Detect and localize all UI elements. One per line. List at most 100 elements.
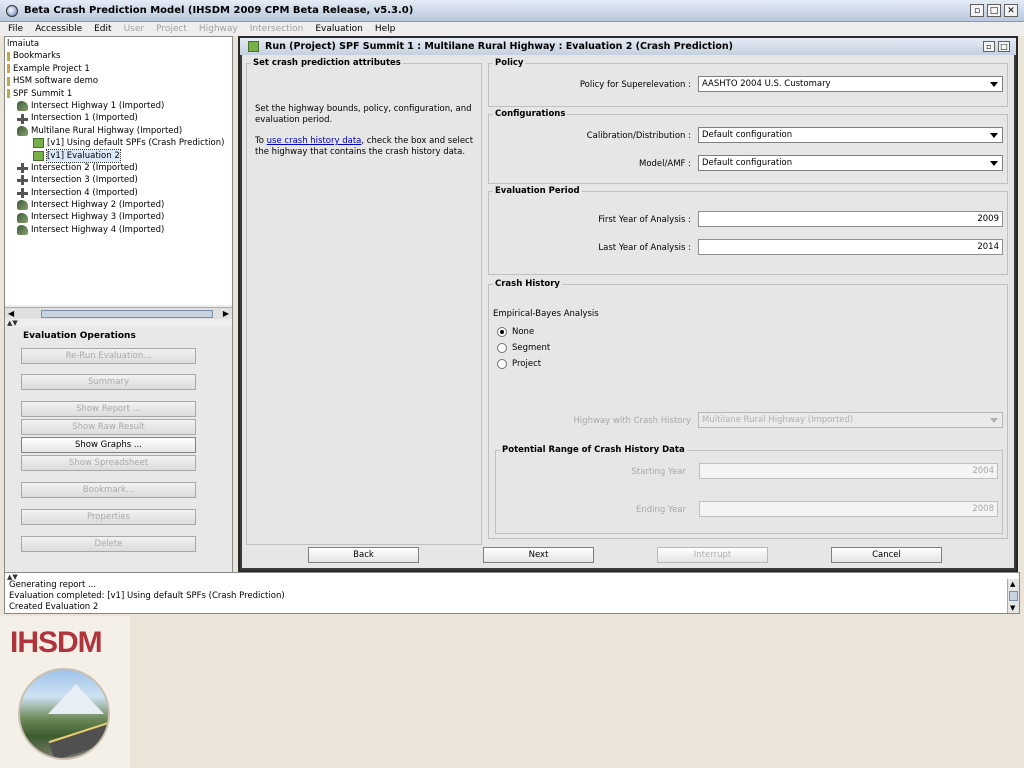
intersection-icon [17, 163, 28, 174]
first-year-input[interactable]: 2009 [698, 211, 1003, 227]
next-button[interactable]: Next [483, 547, 594, 563]
cancel-button[interactable]: Cancel [831, 547, 942, 563]
tree-item-label: Intersect Highway 4 (Imported) [31, 224, 165, 235]
tree-item[interactable]: [v1] Evaluation 2 [5, 148, 232, 163]
radio-empty-icon [497, 343, 507, 353]
chevron-down-icon [990, 82, 998, 87]
calibration-select[interactable]: Default configuration [698, 127, 1003, 143]
project-tree[interactable]: lmaiuta Bookmarks Example Project 1 HSM sof… [5, 37, 232, 305]
ending-year-label: Ending Year [636, 505, 686, 515]
maximize-icon[interactable]: □ [987, 4, 1001, 17]
menu-accessible[interactable]: Accessible [35, 24, 82, 34]
scroll-left-icon[interactable]: ◀ [8, 309, 14, 318]
show-raw-result-button[interactable]: Show Raw Result [21, 419, 196, 435]
restore-icon[interactable]: ▫ [983, 41, 995, 52]
crash-history-range-group: Potential Range of Crash History Data St… [495, 445, 1003, 534]
pane-splitter[interactable]: ▲▼ [5, 319, 232, 327]
tree-item[interactable]: lmaiuta [5, 38, 232, 50]
scroll-down-icon[interactable]: ▼ [1010, 604, 1015, 612]
scroll-right-icon[interactable]: ▶ [223, 309, 229, 318]
app-icon [6, 4, 18, 17]
menu-edit[interactable]: Edit [94, 24, 111, 34]
radio-none[interactable]: None [497, 327, 534, 337]
menu-intersection[interactable]: Intersection [250, 24, 304, 34]
window-title: Beta Crash Prediction Model (IHSDM 2009 … [24, 5, 414, 16]
tree-item[interactable]: Intersection 3 (Imported) [5, 174, 232, 186]
tree-item[interactable]: Intersection 4 (Imported) [5, 187, 232, 199]
summary-button[interactable]: Summary [21, 374, 196, 390]
menu-project[interactable]: Project [156, 24, 187, 34]
radio-project[interactable]: Project [497, 359, 541, 369]
frame-title: Run (Project) SPF Summit 1 : Multilane R… [265, 41, 733, 52]
rerun-evaluation-button[interactable]: Re-Run Evaluation... [21, 348, 196, 364]
last-year-label: Last Year of Analysis : [598, 243, 691, 253]
tree-item-label: lmaiuta [7, 39, 40, 49]
menu-highway[interactable]: Highway [199, 24, 238, 34]
policy-group: Policy Policy for Superelevation : AASHT… [488, 58, 1008, 107]
configurations-heading: Configurations [493, 109, 568, 119]
status-line: Created Evaluation 2 [9, 602, 99, 612]
superelevation-label: Policy for Superelevation : [579, 80, 691, 90]
scroll-thumb[interactable] [41, 310, 213, 318]
delete-button[interactable]: Delete [21, 536, 196, 552]
menu-file[interactable]: File [8, 24, 23, 34]
instructions-heading: Set crash prediction attributes [251, 58, 403, 68]
highway-icon [17, 225, 28, 236]
tree-item[interactable]: Intersection 1 (Imported) [5, 112, 232, 124]
status-log: ▲ ▼ Generating report ... Evaluation comp… [4, 572, 1020, 614]
tree-item[interactable]: Multilane Rural Highway (Imported) [5, 125, 232, 137]
menu-evaluation[interactable]: Evaluation [315, 24, 363, 34]
tree-horizontal-scrollbar[interactable]: ◀ ▶ [5, 307, 232, 319]
tree-item-label: Bookmarks [13, 51, 61, 62]
evaluation-icon [33, 150, 44, 161]
properties-button[interactable]: Properties [21, 509, 196, 525]
instructions-panel: Set crash prediction attributes Set the … [246, 58, 482, 545]
radio-segment[interactable]: Segment [497, 343, 550, 353]
highway-crash-history-value: Multilane Rural Highway (Imported) [702, 415, 854, 425]
empirical-bayes-label: Empirical-Bayes Analysis [493, 309, 599, 319]
menu-user[interactable]: User [124, 24, 145, 34]
radio-none-label: None [512, 327, 535, 337]
highway-crash-history-select[interactable]: Multilane Rural Highway (Imported) [698, 412, 1003, 428]
tree-item[interactable]: Bookmarks [5, 50, 232, 62]
show-report-button[interactable]: Show Report ... [21, 401, 196, 417]
folder-icon [7, 89, 10, 99]
restore-icon[interactable]: ▫ [970, 4, 984, 17]
tree-item-label: Intersection 1 (Imported) [31, 113, 138, 124]
superelevation-select[interactable]: AASHTO 2004 U.S. Customary [698, 76, 1003, 92]
last-year-input[interactable]: 2014 [698, 239, 1003, 255]
tree-item[interactable]: Intersect Highway 3 (Imported) [5, 211, 232, 223]
evaluation-operations-panel: Evaluation Operations Re-Run Evaluation.… [5, 327, 232, 573]
scroll-up-icon[interactable]: ▲ [1010, 580, 1015, 588]
ihsdm-logo: IHSDM [0, 616, 130, 768]
status-vertical-scrollbar[interactable]: ▲ ▼ [1007, 579, 1019, 613]
instructions-text: To [255, 136, 267, 146]
starting-year-input[interactable]: 2004 [699, 463, 998, 479]
tree-item[interactable]: SPF Summit 1 [5, 88, 232, 100]
close-icon[interactable]: ✕ [1004, 4, 1018, 17]
tree-item[interactable]: [v1] Using default SPFs (Crash Predictio… [5, 137, 232, 149]
model-amf-select[interactable]: Default configuration [698, 155, 1003, 171]
tree-item[interactable]: Example Project 1 [5, 63, 232, 75]
tree-item[interactable]: Intersect Highway 2 (Imported) [5, 199, 232, 211]
crash-history-heading: Crash History [493, 279, 562, 289]
tree-item[interactable]: Intersection 2 (Imported) [5, 162, 232, 174]
back-button[interactable]: Back [308, 547, 419, 563]
tree-item-label: Example Project 1 [13, 63, 90, 74]
interrupt-button[interactable]: Interrupt [657, 547, 768, 563]
highway-icon [17, 212, 28, 223]
evaluation-icon [33, 138, 44, 149]
menu-help[interactable]: Help [375, 24, 396, 34]
tree-item-label: SPF Summit 1 [13, 88, 73, 99]
scroll-thumb[interactable] [1009, 591, 1018, 601]
show-spreadsheet-button[interactable]: Show Spreadsheet [21, 455, 196, 471]
tree-item[interactable]: Intersect Highway 4 (Imported) [5, 224, 232, 236]
tree-item[interactable]: Intersect Highway 1 (Imported) [5, 100, 232, 112]
show-graphs-button[interactable]: Show Graphs ... [21, 437, 196, 453]
configurations-group: Configurations Calibration/Distribution … [488, 109, 1008, 184]
tree-item[interactable]: HSM software demo [5, 75, 232, 87]
bookmark-button[interactable]: Bookmark... [21, 482, 196, 498]
ending-year-input[interactable]: 2008 [699, 501, 998, 517]
crash-history-link[interactable]: use crash history data [267, 136, 362, 146]
maximize-icon[interactable]: □ [998, 41, 1010, 52]
